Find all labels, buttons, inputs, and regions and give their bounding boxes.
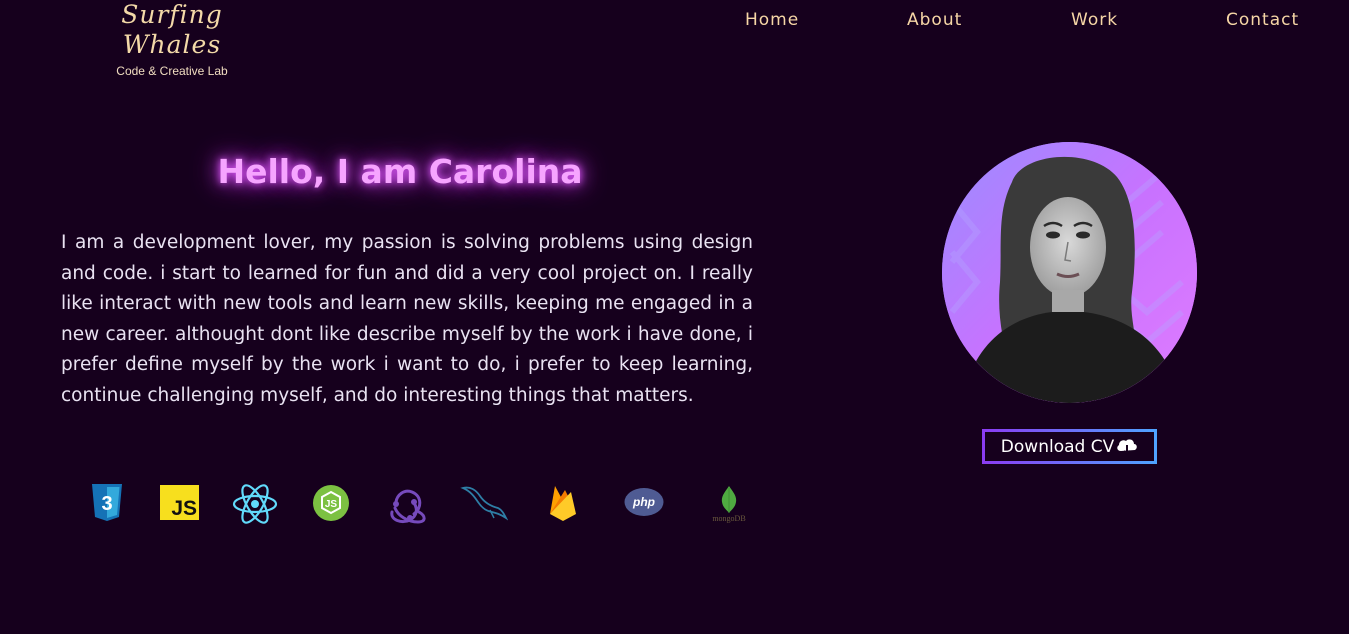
- page: Surfing Whales Code & Creative Lab Home …: [0, 0, 1349, 634]
- nav-home[interactable]: Home: [745, 10, 799, 30]
- main-nav: Home About Work Contact: [0, 10, 1349, 34]
- react-icon: [232, 484, 278, 524]
- mysql-icon: [460, 482, 508, 522]
- cloud-download-icon: [1116, 437, 1138, 457]
- hero-description: I am a development lover, my passion is …: [61, 232, 753, 406]
- redux-icon: [384, 484, 430, 524]
- firebase-icon: [547, 484, 579, 522]
- svg-text:JS: JS: [325, 499, 338, 510]
- mongodb-icon: mongoDB: [704, 484, 754, 524]
- css3-icon: 3: [90, 484, 124, 522]
- tech-icons-row: 3 JS JS php mongoDB: [0, 482, 800, 526]
- javascript-label: JS: [171, 497, 197, 520]
- php-icon: php: [624, 486, 664, 518]
- brand-subtitle: Code & Creative Lab: [116, 64, 228, 78]
- mongodb-label: mongoDB: [712, 513, 746, 523]
- nav-work[interactable]: Work: [1071, 10, 1118, 30]
- javascript-icon: JS: [160, 485, 199, 520]
- hero-title: Hello, I am Carolina: [217, 152, 583, 191]
- download-cv-label: Download CV: [1000, 436, 1115, 457]
- nav-about[interactable]: About: [907, 10, 962, 30]
- php-label: php: [632, 495, 655, 509]
- download-cv-button[interactable]: Download CV: [982, 429, 1157, 464]
- nodejs-icon: JS: [312, 484, 350, 522]
- css3-label: 3: [101, 493, 112, 515]
- profile-photo: [942, 142, 1197, 403]
- nav-contact[interactable]: Contact: [1226, 10, 1299, 30]
